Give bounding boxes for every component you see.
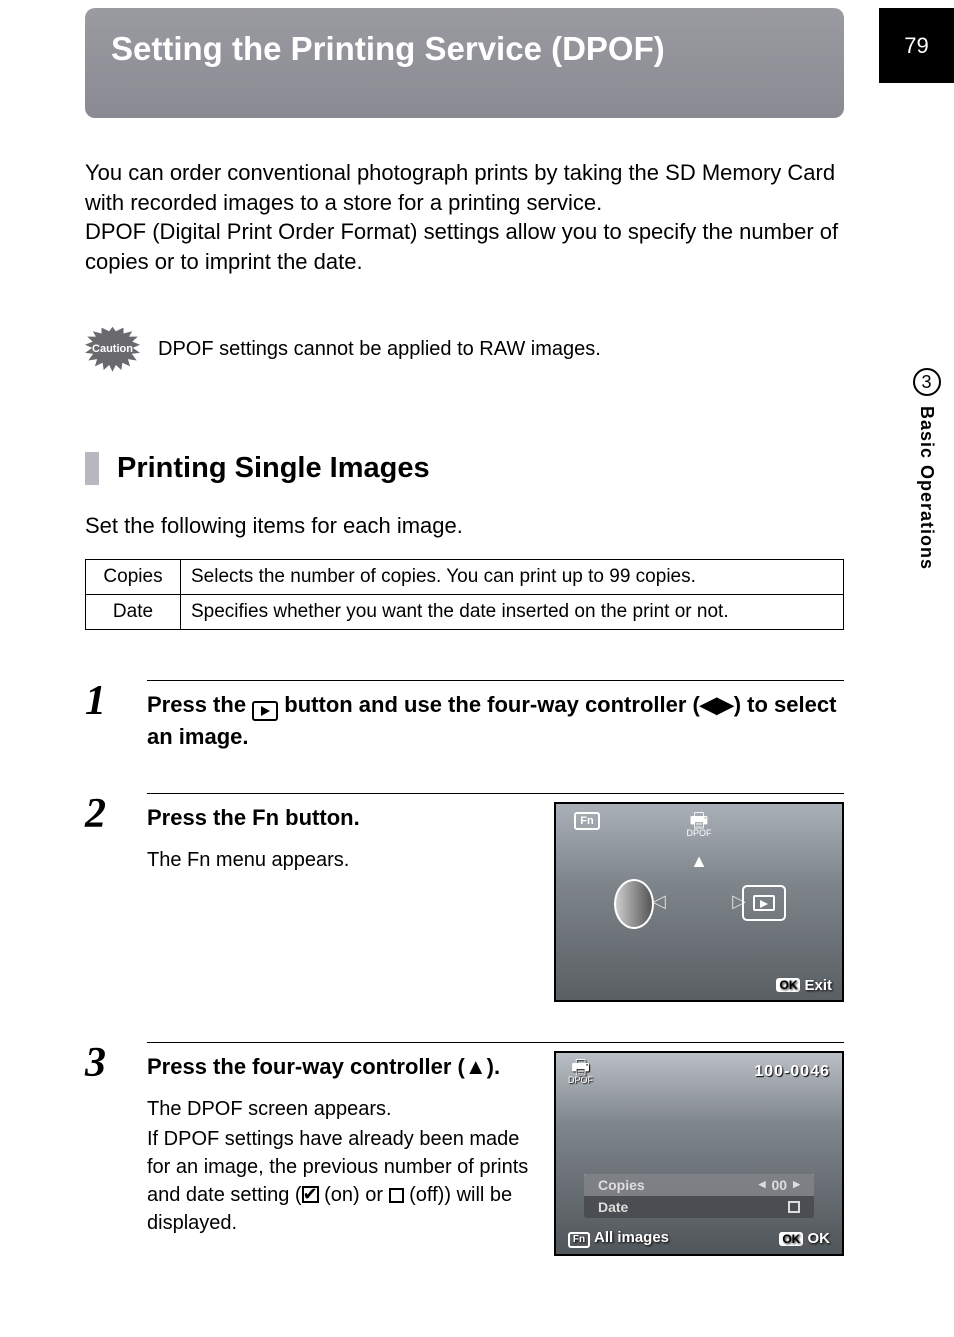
step-3-desc-b: If DPOF settings have already been made … [147, 1125, 534, 1237]
caution-row: Caution DPOF settings cannot be applied … [85, 327, 844, 372]
chapter-side-tab: 3 Basic Operations [899, 368, 954, 648]
printer-icon: 🖶 [568, 1061, 593, 1075]
table-row: Date Specifies whether you want the date… [86, 594, 844, 629]
step-1-title: Press the button and use the four-way co… [147, 689, 844, 753]
table-desc: Specifies whether you want the date inse… [181, 594, 844, 629]
caution-text: DPOF settings cannot be applied to RAW i… [158, 338, 601, 361]
table-label: Date [86, 594, 181, 629]
copies-value: 00 [772, 1177, 788, 1193]
fn-menu-screenshot: Fn 🖶 DPOF ▲ ◁ ▷ OK Exit [554, 802, 844, 1002]
copies-label: Copies [598, 1177, 645, 1193]
checkbox-off-icon [389, 1188, 404, 1203]
copies-value-stepper: ◀ 00 ▶ [759, 1177, 800, 1193]
set-items-line: Set the following items for each image. [85, 513, 844, 539]
step-number: 3 [85, 1042, 125, 1256]
text: (on) or [319, 1184, 389, 1206]
section-heading-bar: Printing Single Images [85, 452, 844, 485]
caution-icon: Caution [85, 327, 140, 372]
date-checkbox-icon [788, 1201, 800, 1213]
fn-badge-icon: Fn [568, 1232, 590, 1248]
arrow-right-icon: ▶ [793, 1179, 800, 1190]
arrow-left-icon: ◁ [652, 891, 666, 912]
fn-label-icon: Fn [252, 805, 279, 830]
slideshow-icon [742, 885, 786, 921]
text: button and use the four-way controller ( [278, 692, 700, 717]
dpof-icon: 🖶 DPOF [568, 1061, 593, 1085]
step-3: 3 Press the four-way controller (▲). The… [85, 1042, 844, 1256]
dpof-settings-panel: Copies ◀ 00 ▶ Date [584, 1174, 814, 1218]
date-label: Date [598, 1199, 628, 1215]
step-2: 2 Press the Fn button. The Fn menu appea… [85, 793, 844, 1002]
chapter-number-badge: 3 [913, 368, 941, 396]
text: button. [279, 805, 360, 830]
checkbox-on-icon [302, 1186, 319, 1203]
settings-table: Copies Selects the number of copies. You… [85, 559, 844, 630]
ok-badge-icon: OK [776, 978, 800, 992]
chapter-label: Basic Operations [916, 406, 937, 570]
rotate-icon [614, 879, 654, 929]
section-heading: Printing Single Images [117, 452, 844, 485]
arrow-up-icon: ▲ [690, 851, 708, 872]
text: Press the [147, 692, 252, 717]
dpof-label: DPOF [568, 1075, 593, 1085]
step-1: 1 Press the button and use the four-way … [85, 680, 844, 753]
screen-footer-hints: FnAll images OK OK [568, 1229, 830, 1248]
step-3-title: Press the four-way controller (▲). [147, 1051, 534, 1083]
step-2-desc: The Fn menu appears. [147, 846, 534, 874]
step-2-title: Press the Fn button. [147, 802, 534, 834]
table-label: Copies [86, 559, 181, 594]
printer-icon: 🖶 [686, 814, 711, 828]
dpof-icon: 🖶 DPOF [686, 814, 711, 838]
arrow-right-icon: ▶ [717, 692, 734, 717]
all-images-hint: FnAll images [568, 1229, 669, 1248]
exit-label: Exit [804, 977, 832, 994]
table-desc: Selects the number of copies. You can pr… [181, 559, 844, 594]
copies-row: Copies ◀ 00 ▶ [584, 1174, 814, 1196]
dpof-label: DPOF [686, 828, 711, 838]
arrow-left-icon: ◀ [759, 1179, 766, 1190]
page-title: Setting the Printing Service (DPOF) [111, 30, 818, 68]
step-number: 1 [85, 680, 125, 753]
fn-badge-icon: Fn [574, 812, 600, 830]
four-way-controller-icon: ▲ ◁ ▷ [634, 879, 764, 929]
ok-badge-icon: OK [779, 1232, 803, 1246]
dpof-settings-screenshot: 🖶 DPOF 100-0046 Copies ◀ 00 ▶ Date [554, 1051, 844, 1256]
step-3-desc-a: The DPOF screen appears. [147, 1095, 534, 1123]
ok-label: OK [808, 1230, 831, 1247]
ok-hint: OK OK [779, 1230, 830, 1247]
date-row: Date [584, 1196, 814, 1218]
playback-icon [252, 701, 278, 721]
all-images-label: All images [594, 1229, 669, 1246]
intro-paragraph: You can order conventional photograph pr… [85, 158, 844, 277]
title-banner: Setting the Printing Service (DPOF) [85, 8, 844, 118]
step-number: 2 [85, 793, 125, 1002]
page-number: 79 [879, 8, 954, 83]
exit-hint: OK Exit [776, 977, 832, 994]
text: Press the [147, 805, 252, 830]
table-row: Copies Selects the number of copies. You… [86, 559, 844, 594]
arrow-left-icon: ◀ [700, 692, 717, 717]
file-number: 100-0046 [754, 1063, 830, 1081]
